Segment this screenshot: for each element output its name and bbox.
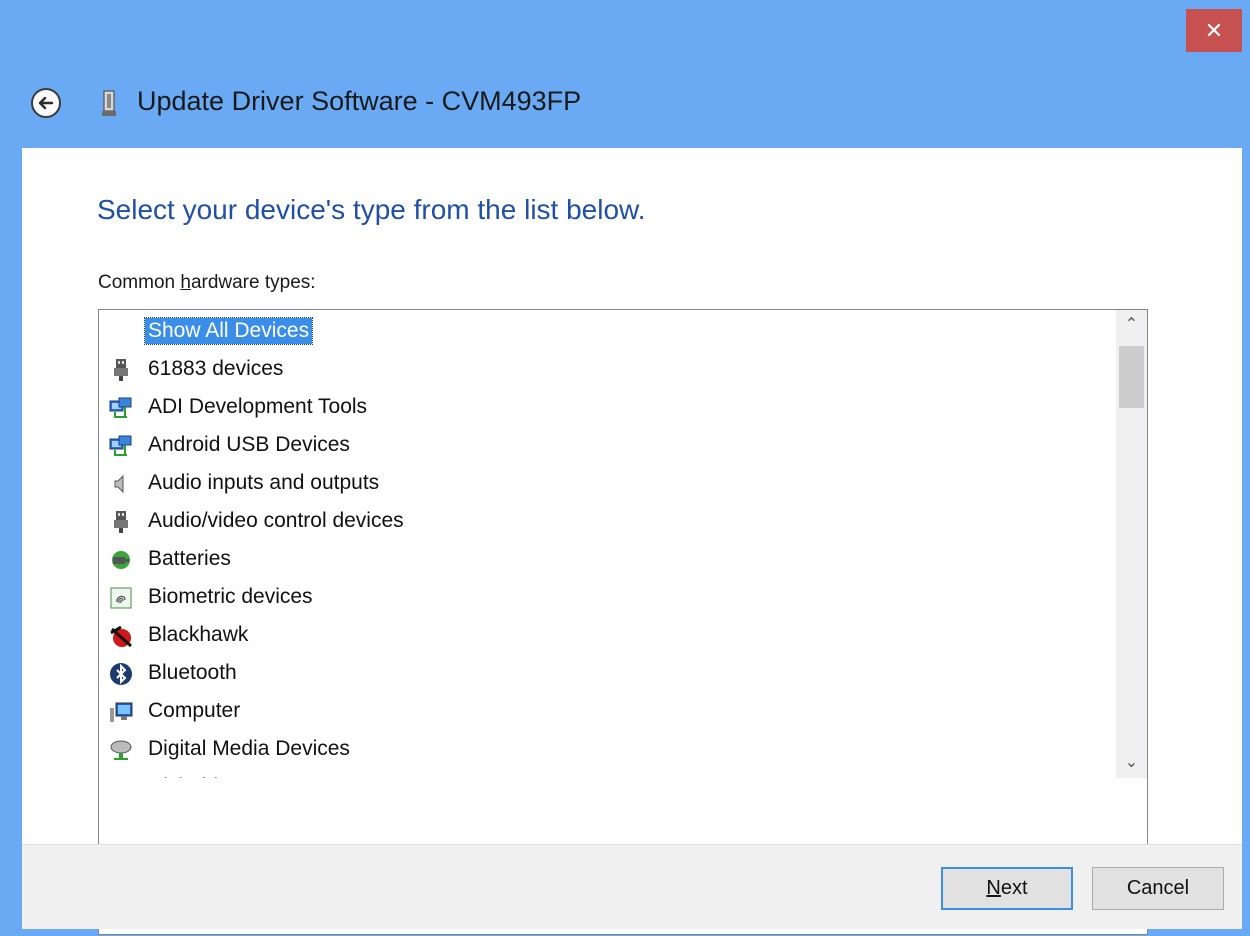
list-item-label: Android USB Devices — [148, 433, 350, 456]
list-item-label: Audio/video control devices — [148, 509, 404, 532]
list-item[interactable]: ADI Development Tools — [99, 388, 1116, 424]
list-item-label: Disk drives — [145, 774, 254, 778]
list-viewport: Show All Devices 61883 devices ADI Develop… — [99, 310, 1116, 778]
list-item[interactable]: 61883 devices — [99, 350, 1116, 386]
list-item-label: Show All Devices — [143, 317, 314, 345]
hardware-types-list[interactable]: Show All Devices 61883 devices ADI Develop… — [98, 309, 1148, 935]
list-item-label: Digital Media Devices — [148, 737, 350, 760]
list-item[interactable]: Android USB Devices — [99, 426, 1116, 462]
list-item[interactable]: Biometric devices — [99, 578, 1116, 614]
list-label-accesskey: h — [180, 272, 191, 293]
list-item-label: 61883 devices — [148, 357, 284, 380]
scroll-up-arrow[interactable]: ⌃ — [1116, 310, 1147, 340]
list-item[interactable]: Audio/video control devices — [99, 502, 1116, 538]
next-button[interactable]: Next — [941, 867, 1073, 910]
list-item[interactable]: Batteries — [99, 540, 1116, 576]
back-arrow-icon — [38, 96, 54, 110]
content-area: Select your device's type from the list … — [22, 148, 1242, 935]
usb-plug-icon — [109, 510, 133, 534]
close-button[interactable]: ✕ — [1186, 9, 1242, 52]
scroll-thumb[interactable] — [1119, 346, 1144, 408]
disk-drive-icon — [109, 776, 133, 778]
list-item-label: Audio inputs and outputs — [148, 471, 380, 494]
list-item-label: Biometric devices — [148, 585, 313, 608]
list-item[interactable]: Show All Devices — [99, 312, 1116, 348]
cancel-button[interactable]: Cancel — [1092, 867, 1224, 910]
page-heading: Select your device's type from the list … — [97, 194, 646, 225]
list-item-label: Bluetooth — [148, 661, 237, 684]
scroll-down-arrow[interactable]: ⌄ — [1116, 748, 1147, 778]
list-item-label: Batteries — [148, 547, 231, 570]
speaker-icon — [109, 472, 133, 496]
network-computers-icon — [109, 396, 133, 420]
dialog-footer: Next Cancel — [22, 844, 1242, 929]
list-item[interactable]: Bluetooth — [99, 654, 1116, 690]
computer-icon — [109, 700, 133, 724]
title-bar: ✕ Update Driver Software - CVM493FP — [0, 0, 1250, 148]
battery-plug-icon — [109, 548, 133, 572]
network-computers-icon — [109, 434, 133, 458]
list-item-label: Blackhawk — [148, 623, 249, 646]
next-accesskey: N — [986, 877, 1001, 899]
media-device-icon — [109, 738, 133, 762]
list-label-post: ardware types: — [190, 272, 316, 293]
list-item[interactable]: Audio inputs and outputs — [99, 464, 1116, 500]
usb-plug-icon — [109, 358, 133, 382]
list-item-label: Computer — [148, 699, 241, 722]
device-icon — [102, 90, 116, 116]
blackhawk-bug-icon — [109, 624, 133, 648]
list-label-pre: Common — [98, 272, 181, 293]
close-icon: ✕ — [1204, 18, 1224, 43]
list-item[interactable]: Disk drives — [99, 768, 1116, 778]
list-item-label: ADI Development Tools — [148, 395, 368, 418]
list-item[interactable]: Computer — [99, 692, 1116, 728]
list-item[interactable]: Blackhawk — [99, 616, 1116, 652]
fingerprint-icon — [109, 586, 133, 610]
bluetooth-icon — [109, 662, 133, 686]
list-label: Common hardware types: — [98, 272, 316, 294]
window-title: Update Driver Software - CVM493FP — [137, 86, 582, 116]
vertical-scrollbar[interactable]: ⌃ ⌄ — [1116, 310, 1147, 778]
back-button[interactable] — [31, 88, 61, 118]
next-label: ext — [1000, 877, 1028, 899]
list-item[interactable]: Digital Media Devices — [99, 730, 1116, 766]
update-driver-window: ✕ Update Driver Software - CVM493FP Sele… — [0, 0, 1250, 936]
